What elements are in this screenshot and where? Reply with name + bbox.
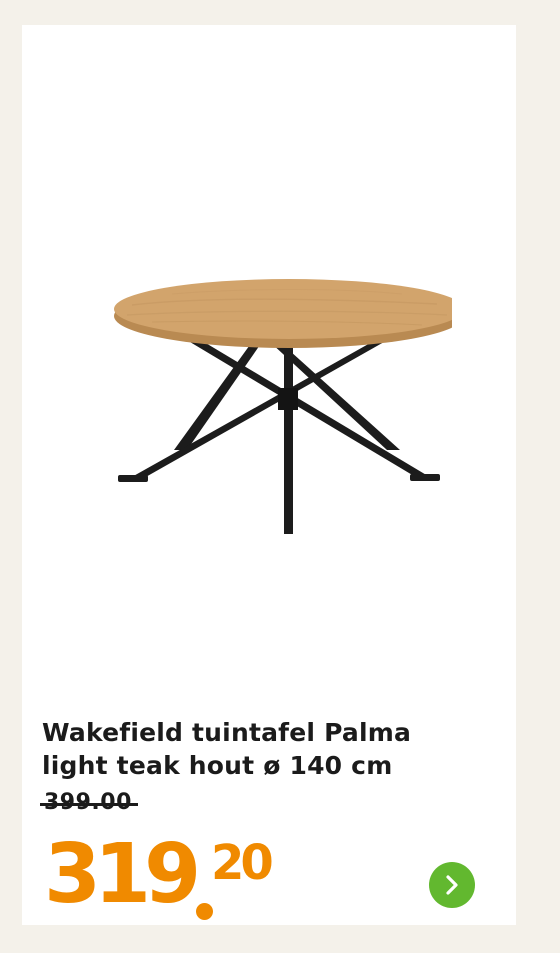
chevron-right-icon <box>446 875 458 895</box>
product-title[interactable]: Wakefield tuintafel Palma light teak hou… <box>42 716 482 782</box>
product-title-line-1: Wakefield tuintafel Palma <box>42 718 412 747</box>
product-image[interactable] <box>92 250 452 540</box>
price-decimal-dot <box>196 903 213 920</box>
product-title-line-2: light teak hout ø 140 cm <box>42 751 393 780</box>
next-button[interactable] <box>429 862 475 908</box>
price-cents: 20 <box>211 835 274 891</box>
price-main: 319 <box>44 827 201 922</box>
old-price: 399.00 <box>40 790 138 815</box>
product-card[interactable]: Wakefield tuintafel Palma light teak hou… <box>22 25 516 925</box>
